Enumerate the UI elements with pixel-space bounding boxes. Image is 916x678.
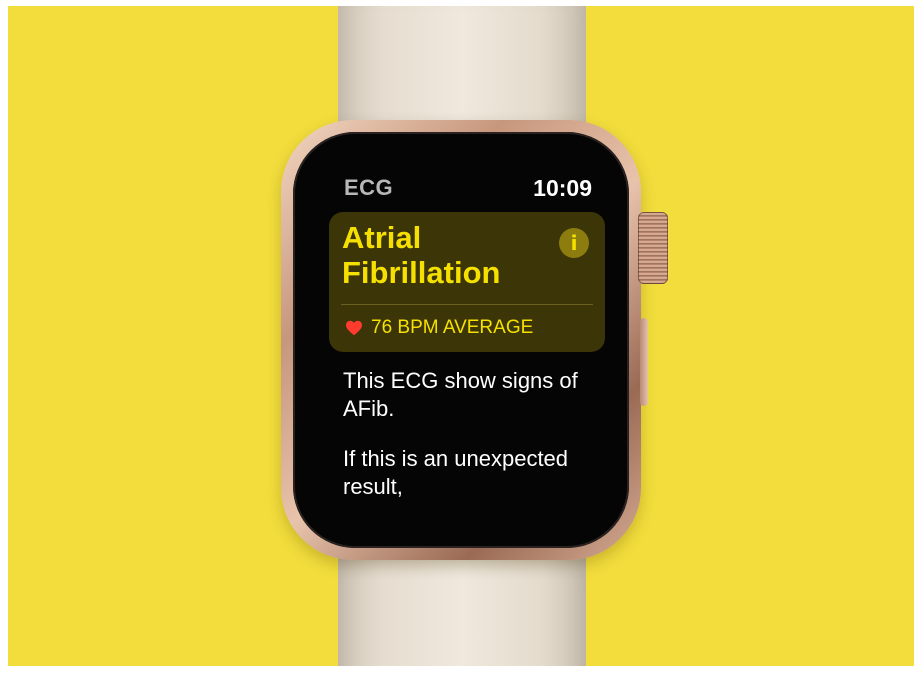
bpm-average-label: 76 BPM AVERAGE xyxy=(371,317,534,338)
result-title: Atrial Fibrillation xyxy=(342,220,501,290)
info-icon[interactable]: i xyxy=(559,228,589,258)
digital-crown[interactable] xyxy=(638,212,668,284)
side-button[interactable] xyxy=(640,318,648,406)
watch-screen: ECG 10:09 Atrial Fibrillation i 76 BPM A… xyxy=(322,161,612,521)
clock-time: 10:09 xyxy=(533,175,592,201)
app-name: ECG xyxy=(344,175,394,200)
result-guidance: If this is an unexpected result, xyxy=(343,446,569,499)
bpm-row: 76 BPM AVERAGE xyxy=(345,315,533,341)
status-bar: ECG 10:09 xyxy=(344,175,592,205)
result-description: This ECG show signs of AFib. xyxy=(343,368,578,421)
ecg-result-card[interactable]: Atrial Fibrillation i 76 BPM AVERAGE xyxy=(329,212,605,352)
heart-icon xyxy=(346,320,362,336)
card-divider xyxy=(341,304,593,305)
